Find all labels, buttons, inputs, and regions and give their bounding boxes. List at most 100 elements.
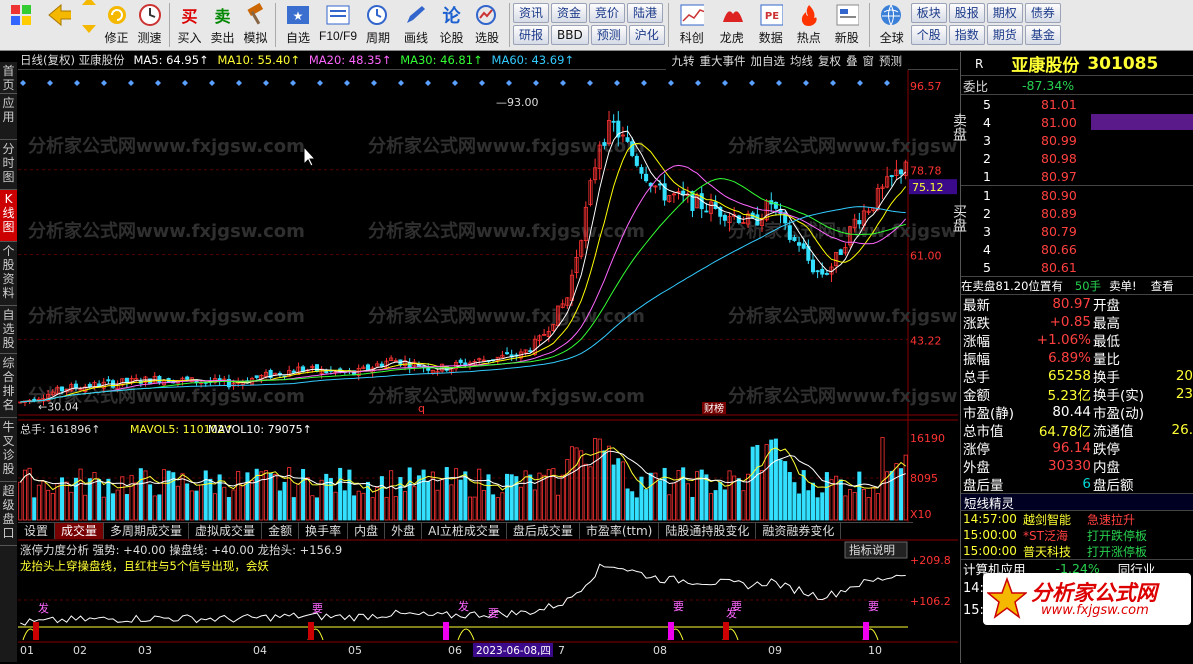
signal-bar bbox=[723, 622, 729, 640]
indicator-tab[interactable]: 陆股通持股变化 bbox=[659, 523, 757, 539]
orderbook-row[interactable]: 4 80.66 bbox=[961, 240, 1193, 258]
star-market-button[interactable]: 科创 bbox=[672, 3, 712, 49]
news-item[interactable]: 15:00:00 *ST泛海 打开跌停板 bbox=[961, 527, 1193, 543]
orderbook-row[interactable]: 1 80.90 bbox=[961, 186, 1193, 204]
orderbook-row[interactable]: 4 81.00 bbox=[961, 113, 1193, 131]
xaxis-label: 01 bbox=[20, 644, 34, 657]
buy-label: 买入 bbox=[177, 31, 202, 45]
signal-label: 发 bbox=[458, 599, 469, 613]
stat-key: 涨停 bbox=[963, 442, 990, 458]
orderbook-row[interactable]: 3 80.99 bbox=[961, 131, 1193, 149]
news-item[interactable]: 15:00:00 普天科技 打开涨停板 bbox=[961, 543, 1193, 559]
fund-pill[interactable]: 基金 bbox=[1024, 25, 1061, 45]
indicator-tab[interactable]: 盘后成交量 bbox=[507, 523, 580, 539]
volume-bar bbox=[282, 481, 287, 521]
tab-apps[interactable]: 应用 bbox=[0, 94, 17, 140]
dragon-tiger-button[interactable]: 龙虎 bbox=[712, 3, 752, 49]
indicator-tab[interactable]: 内盘 bbox=[348, 523, 386, 539]
indicator-tab[interactable]: 融资融券变化 bbox=[756, 523, 842, 539]
fix-button[interactable]: 修正 bbox=[100, 3, 133, 49]
tab-profile[interactable]: 个股资料 bbox=[0, 242, 17, 306]
quote-pill[interactable]: 股报 bbox=[948, 3, 985, 23]
indicator-tab[interactable]: 换手率 bbox=[299, 523, 349, 539]
news-pill[interactable]: 资讯 bbox=[513, 3, 550, 23]
tab-home[interactable]: 首页 bbox=[0, 62, 17, 94]
volume-bar bbox=[301, 469, 306, 521]
volume-bar bbox=[472, 496, 477, 521]
level-price: 81.01 bbox=[1041, 96, 1077, 112]
tab-kline[interactable]: K线图 bbox=[0, 190, 17, 242]
sh-index-pill[interactable]: 沪化 bbox=[628, 25, 665, 45]
data-button[interactable]: PE 数据 bbox=[752, 3, 790, 49]
tab-timeshare[interactable]: 分时图 bbox=[0, 140, 17, 190]
simulate-button[interactable]: 模拟 bbox=[239, 3, 272, 49]
kline-chart-svg[interactable]: 分析家公式网www.fxjgsw.com 分析家公式网www.fxjgsw.com… bbox=[18, 52, 958, 663]
indicator-tab[interactable]: 设置 bbox=[18, 523, 56, 539]
volume-bar bbox=[352, 495, 357, 521]
volume-bar bbox=[134, 482, 139, 521]
news-event: 打开跌停板 bbox=[1087, 528, 1148, 543]
ind-axis-label: +209.8 bbox=[910, 554, 951, 567]
ipo-button[interactable]: 新股 bbox=[828, 3, 866, 49]
buy-button[interactable]: 买买入 bbox=[173, 3, 206, 49]
f10-button[interactable]: F10/F9 bbox=[317, 3, 359, 49]
indicator-tab[interactable]: 成交量 bbox=[55, 523, 105, 539]
home-button[interactable] bbox=[2, 3, 40, 49]
sector-pill[interactable]: 板块 bbox=[910, 3, 947, 23]
speed-test-button[interactable]: 测速 bbox=[133, 3, 166, 49]
orderbook-row[interactable]: 2 80.89 bbox=[961, 204, 1193, 222]
indicator-tab[interactable]: 市盈率(ttm) bbox=[580, 523, 660, 539]
volume-bar bbox=[792, 482, 797, 521]
index-pill[interactable]: 指数 bbox=[948, 25, 985, 45]
news-item[interactable]: 14:57:00 越剑智能 急速拉升 bbox=[961, 511, 1193, 527]
bond-pill[interactable]: 债券 bbox=[1024, 3, 1061, 23]
indicator-tab[interactable]: 虚拟成交量 bbox=[189, 523, 263, 539]
level-price: 80.90 bbox=[1041, 187, 1077, 203]
options-pill[interactable]: 期权 bbox=[986, 3, 1023, 23]
auction-pill[interactable]: 竞价 bbox=[589, 3, 626, 23]
watchlist-button[interactable]: ★ 自选 bbox=[279, 3, 317, 49]
sell-note-link[interactable]: 查看 bbox=[1151, 278, 1174, 294]
orderbook-row[interactable]: 2 80.98 bbox=[961, 149, 1193, 167]
period-button[interactable]: 周期 bbox=[359, 3, 397, 49]
tab-super-orderbook[interactable]: 超级盘口 bbox=[0, 482, 17, 546]
research-pill[interactable]: 研报 bbox=[513, 25, 550, 45]
up-down-button[interactable] bbox=[78, 0, 100, 49]
candle-body bbox=[505, 352, 510, 355]
indicator-tab[interactable]: 外盘 bbox=[385, 523, 423, 539]
sell-side-label: 卖盘 bbox=[951, 113, 967, 141]
global-button[interactable]: 全球 bbox=[873, 3, 911, 49]
back-button[interactable] bbox=[40, 3, 78, 49]
bbd-pill[interactable]: BBD bbox=[551, 25, 589, 45]
capital-pill[interactable]: 资金 bbox=[551, 3, 588, 23]
volume-bar bbox=[166, 470, 171, 521]
orderbook-row[interactable]: 3 80.79 bbox=[961, 222, 1193, 240]
dragon-icon bbox=[720, 3, 744, 27]
indicator-help-label: 指标说明 bbox=[849, 543, 895, 557]
tab-ranking[interactable]: 综合排名 bbox=[0, 354, 17, 418]
separator bbox=[169, 3, 170, 47]
tab-diagnose[interactable]: 牛叉诊股 bbox=[0, 418, 17, 482]
stat-row: 总市值 64.78亿 流通值 26. bbox=[961, 421, 1193, 440]
orderbook-row[interactable]: 5 80.61 bbox=[961, 258, 1193, 276]
draw-button[interactable]: 画线 bbox=[397, 3, 435, 49]
indicator-tab[interactable]: 金额 bbox=[262, 523, 300, 539]
volume-bar bbox=[477, 468, 482, 521]
level-price: 80.97 bbox=[1041, 168, 1077, 184]
forum-button[interactable]: 论论股 bbox=[435, 3, 468, 49]
hotspot-button[interactable]: 热点 bbox=[790, 3, 828, 49]
stock-pill[interactable]: 个股 bbox=[910, 25, 947, 45]
stock-picker-button[interactable]: 选股 bbox=[468, 3, 506, 49]
indicator-tab[interactable]: 多周期成交量 bbox=[104, 523, 190, 539]
stat-key: 盘后量 bbox=[963, 478, 1004, 494]
orderbook-row[interactable]: 5 81.01 bbox=[961, 95, 1193, 113]
orderbook-row[interactable]: 1 80.97 bbox=[961, 167, 1193, 185]
sell-button[interactable]: 卖卖出 bbox=[206, 3, 239, 49]
forecast-pill[interactable]: 预测 bbox=[590, 25, 627, 45]
tab-watchlist[interactable]: 自选股 bbox=[0, 306, 17, 354]
weibi-row: 委比 -87.34% bbox=[961, 76, 1193, 94]
signal-label: 要 bbox=[868, 600, 879, 613]
hk-connect-pill[interactable]: 陆港 bbox=[627, 3, 664, 23]
futures-pill[interactable]: 期货 bbox=[986, 25, 1023, 45]
indicator-tab[interactable]: AI立桩成交量 bbox=[422, 523, 507, 539]
